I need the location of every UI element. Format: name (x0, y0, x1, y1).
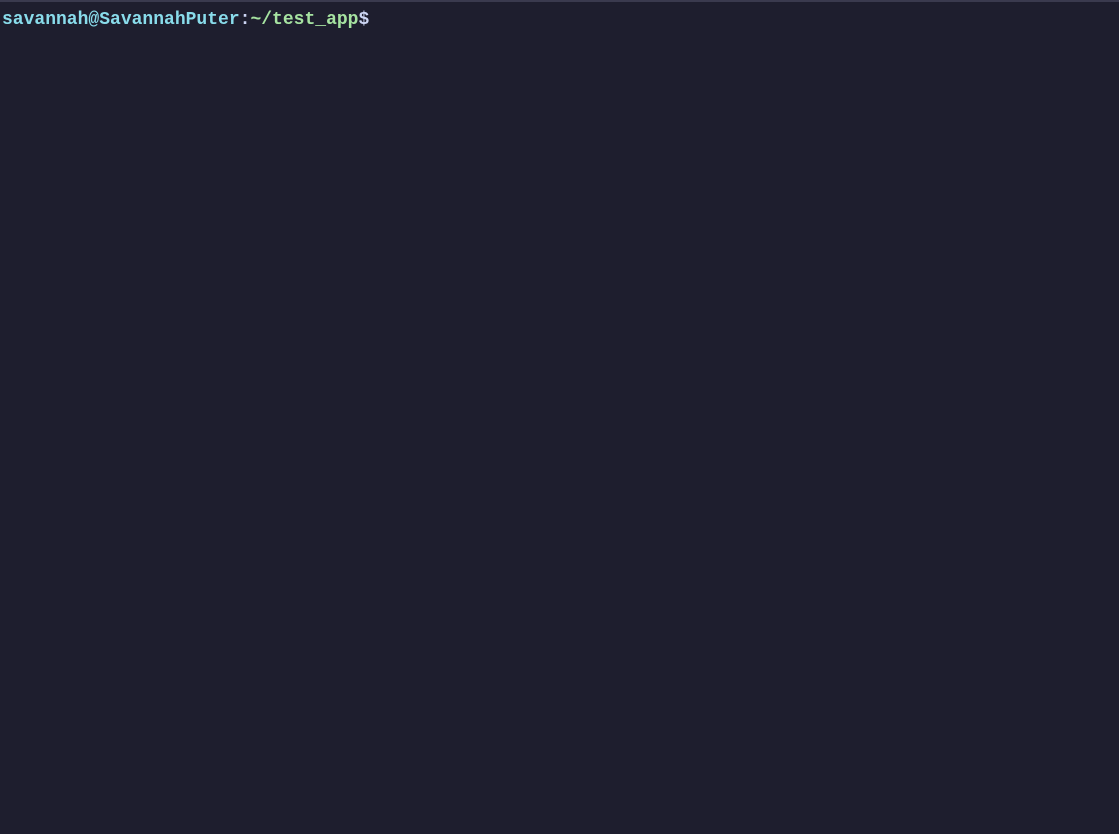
prompt-symbol: $ (358, 8, 369, 33)
terminal-window[interactable]: savannah@SavannahPuter:~/test_app$ (0, 0, 1119, 834)
prompt-user-host: savannah@SavannahPuter (2, 8, 240, 33)
prompt-colon: : (240, 8, 251, 33)
prompt-line: savannah@SavannahPuter:~/test_app$ (2, 8, 1117, 33)
prompt-path: ~/test_app (250, 8, 358, 33)
